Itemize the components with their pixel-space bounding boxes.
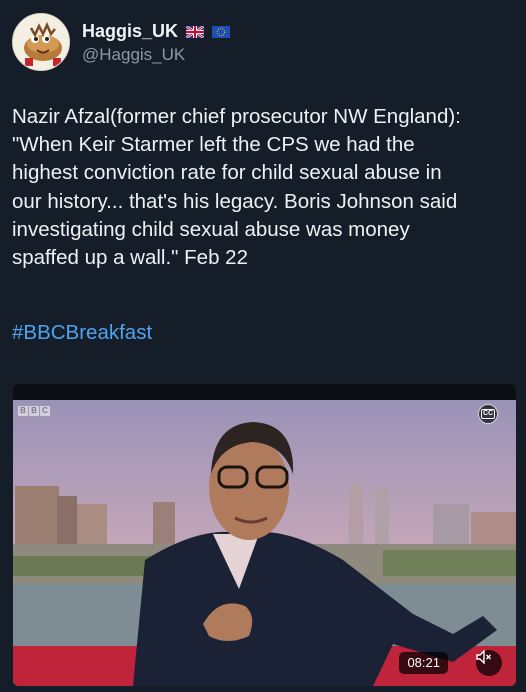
tweet-header: Haggis_UK @Haggis_UK xyxy=(12,12,231,72)
display-name[interactable]: Haggis_UK xyxy=(82,21,178,42)
video-frame-image xyxy=(13,384,516,686)
eu-flag-icon xyxy=(212,25,231,38)
captions-button[interactable]: CC xyxy=(478,404,498,424)
captions-label: CC xyxy=(480,409,496,419)
hashtag-link[interactable]: #BBCBreakfast xyxy=(12,321,152,345)
author-names: Haggis_UK @Haggis_UK xyxy=(82,19,231,65)
bbc-logo: BBC xyxy=(18,406,50,416)
avatar[interactable] xyxy=(12,13,70,71)
haggis-cartoon-icon xyxy=(13,14,69,70)
speaker-muted-icon xyxy=(476,650,491,664)
tweet-page: Haggis_UK @Haggis_UK Nazir Afzal(former … xyxy=(0,0,526,692)
user-handle[interactable]: @Haggis_UK xyxy=(82,45,230,65)
tweet-text: Nazir Afzal(former chief prosecutor NW E… xyxy=(12,105,461,270)
mute-button[interactable] xyxy=(476,650,502,676)
uk-flag-icon xyxy=(185,25,205,39)
display-name-row: Haggis_UK xyxy=(82,19,231,43)
video-duration: 08:21 xyxy=(399,652,448,674)
video-player[interactable]: BBC CC 08:21 xyxy=(13,384,516,686)
